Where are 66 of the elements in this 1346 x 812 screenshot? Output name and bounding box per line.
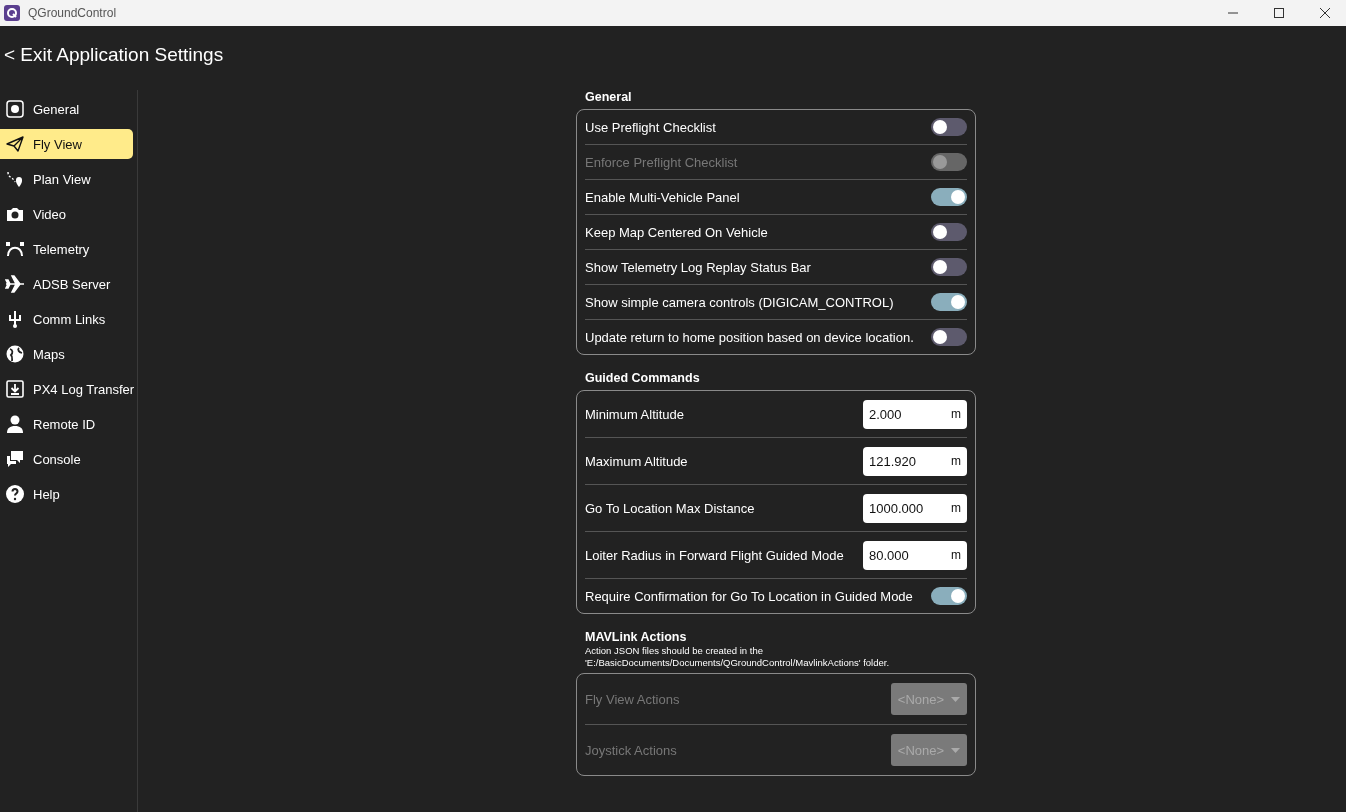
number-field[interactable]: 80.000 m bbox=[863, 540, 967, 570]
telemetry-icon bbox=[5, 239, 25, 259]
sidebar-item[interactable]: Video bbox=[0, 199, 133, 229]
setting-label: Show simple camera controls (DIGICAM_CONTROL) bbox=[585, 294, 894, 310]
section-note: Action JSON files should be created in the 'E:/BasicDocuments/Documents/QGroundControl/MavlinkActions' folder. bbox=[585, 645, 891, 669]
toggle-switch[interactable] bbox=[931, 293, 967, 311]
maximize-icon[interactable] bbox=[1274, 8, 1284, 18]
window-title: QGroundControl bbox=[28, 6, 118, 20]
caret-icon bbox=[951, 747, 961, 753]
setting-label: Show Telemetry Log Replay Status Bar bbox=[585, 259, 811, 275]
unit-label: m bbox=[951, 407, 961, 421]
number-field[interactable]: 2.000 m bbox=[863, 399, 967, 429]
sidebar-item[interactable]: PX4 Log Transfer bbox=[0, 374, 133, 404]
close-icon[interactable] bbox=[1320, 8, 1330, 18]
number-field[interactable]: 121.920 m bbox=[863, 446, 967, 476]
sidebar-item[interactable]: Maps bbox=[0, 339, 133, 369]
section-title: MAVLink Actions bbox=[584, 630, 688, 646]
sidebar-item[interactable]: Telemetry bbox=[0, 234, 133, 264]
sidebar-item[interactable]: Console bbox=[0, 444, 133, 474]
toggle-switch[interactable] bbox=[931, 223, 967, 241]
back-button[interactable]: < Exit Application Settings bbox=[0, 44, 228, 66]
section-title: General bbox=[584, 90, 633, 106]
app-logo-icon bbox=[4, 5, 20, 21]
sidebar-item[interactable]: Help bbox=[0, 479, 133, 509]
sidebar-item[interactable]: General bbox=[0, 94, 133, 124]
setting-label: Keep Map Centered On Vehicle bbox=[585, 224, 768, 240]
setting-label: Use Preflight Checklist bbox=[585, 119, 716, 135]
caret-icon bbox=[951, 696, 961, 702]
number-field[interactable]: 1000.000 m bbox=[863, 493, 967, 523]
setting-label: Enable Multi-Vehicle Panel bbox=[585, 189, 740, 205]
value-text[interactable]: 121.920 bbox=[869, 453, 939, 469]
setting-label: Maximum Altitude bbox=[585, 453, 688, 469]
setting-label: Require Confirmation for Go To Location in Guided Mode bbox=[585, 588, 913, 604]
toggle-switch[interactable] bbox=[931, 328, 967, 346]
sidebar-item[interactable]: Remote ID bbox=[0, 409, 133, 439]
setting-label: Go To Location Max Distance bbox=[585, 500, 755, 516]
plane-icon bbox=[5, 134, 25, 154]
setting-label: Loiter Radius in Forward Flight Guided Mode bbox=[585, 547, 844, 563]
sidebar-item[interactable]: ADSB Server bbox=[0, 269, 133, 299]
toggle-switch[interactable] bbox=[931, 118, 967, 136]
toggle-switch[interactable] bbox=[931, 258, 967, 276]
toggle-switch[interactable] bbox=[931, 587, 967, 605]
toggle-switch[interactable] bbox=[931, 188, 967, 206]
value-text[interactable]: 1000.000 bbox=[869, 500, 939, 516]
value-text[interactable]: 80.000 bbox=[869, 547, 939, 563]
unit-label: m bbox=[951, 548, 961, 562]
chat-icon bbox=[5, 449, 25, 469]
download-icon bbox=[5, 379, 25, 399]
setting-label: Enforce Preflight Checklist bbox=[585, 154, 738, 170]
sidebar-item[interactable]: Fly View bbox=[0, 129, 133, 159]
sidebar-item[interactable]: Comm Links bbox=[0, 304, 133, 334]
help-icon bbox=[5, 484, 25, 504]
unit-label: m bbox=[951, 501, 961, 515]
setting-label: Fly View Actions bbox=[585, 691, 680, 707]
globe-icon bbox=[5, 344, 25, 364]
setting-label: Minimum Altitude bbox=[585, 406, 684, 422]
sidebar-item[interactable]: Plan View bbox=[0, 164, 133, 194]
airplane-icon bbox=[5, 274, 25, 294]
setting-label: Joystick Actions bbox=[585, 742, 677, 758]
unit-label: m bbox=[951, 454, 961, 468]
value-text[interactable]: 2.000 bbox=[869, 406, 939, 422]
person-icon bbox=[5, 414, 25, 434]
general-icon bbox=[5, 99, 25, 119]
section-title: Guided Commands bbox=[584, 371, 701, 387]
plan-icon bbox=[5, 169, 25, 189]
setting-label: Update return to home position based on device location. bbox=[585, 329, 914, 345]
